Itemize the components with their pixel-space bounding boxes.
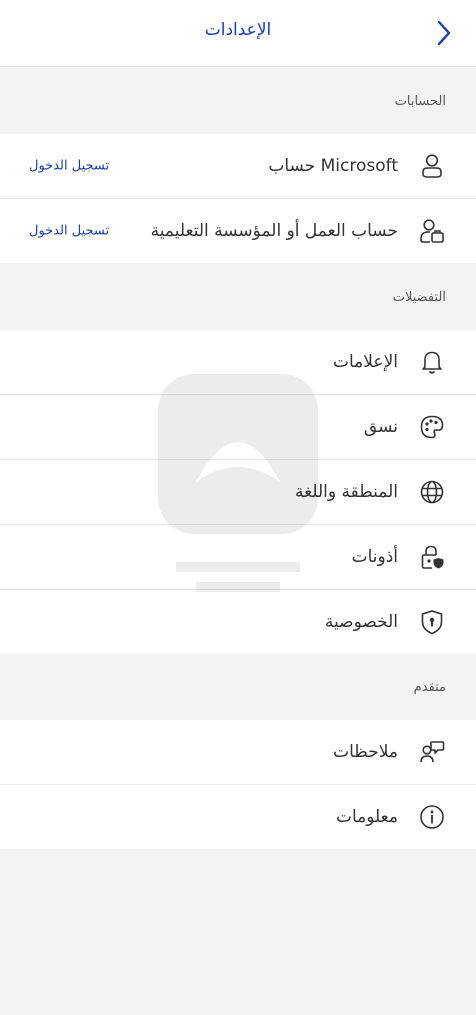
work-sign-in-link[interactable]: تسجيل الدخول [29, 224, 109, 239]
microsoft-account-label: حساب Microsoft [268, 156, 398, 176]
chevron-right-icon [436, 20, 452, 46]
notifications-row[interactable]: الإعلامات [0, 330, 476, 395]
page-title: الإعدادات [204, 20, 272, 40]
work-account-icon [418, 217, 446, 245]
microsoft-account-row[interactable]: حساب Microsoft تسجيل الدخول [0, 134, 476, 199]
permissions-row[interactable]: أذونات [0, 525, 476, 590]
person-icon [418, 152, 446, 180]
section-heading-preferences: التفضيلات [392, 290, 446, 305]
about-row[interactable]: معلومات [0, 785, 476, 849]
top-bar: الإعدادات [0, 0, 476, 67]
notifications-label: الإعلامات [333, 352, 398, 372]
theme-row[interactable]: نسق [0, 395, 476, 460]
section-heading-advanced: متقدم [413, 680, 446, 695]
accounts-group: حساب Microsoft تسجيل الدخول حساب العمل أ… [0, 134, 476, 263]
section-heading-accounts: الحسابات [394, 94, 446, 109]
region-language-label: المنطقة واللغة [295, 482, 398, 502]
advanced-group: ملاحظات معلومات [0, 720, 476, 849]
microsoft-sign-in-link[interactable]: تسجيل الدخول [29, 159, 109, 174]
feedback-row[interactable]: ملاحظات [0, 720, 476, 785]
globe-icon [418, 478, 446, 506]
privacy-row[interactable]: الخصوصية [0, 590, 476, 654]
about-label: معلومات [335, 807, 398, 827]
info-icon [418, 803, 446, 831]
work-account-row[interactable]: حساب العمل أو المؤسسة التعليمية تسجيل ال… [0, 199, 476, 263]
work-account-label: حساب العمل أو المؤسسة التعليمية [150, 221, 398, 241]
feedback-label: ملاحظات [333, 742, 398, 762]
privacy-label: الخصوصية [324, 612, 398, 632]
shield-icon [418, 608, 446, 636]
preferences-group: الإعلامات نسق المنطقة واللغة أذونات الخص… [0, 330, 476, 654]
permissions-label: أذونات [351, 547, 398, 567]
back-button[interactable] [430, 18, 458, 48]
theme-label: نسق [363, 417, 398, 437]
palette-icon [418, 413, 446, 441]
feedback-icon [418, 738, 446, 766]
bell-icon [418, 348, 446, 376]
region-language-row[interactable]: المنطقة واللغة [0, 460, 476, 525]
lock-shield-icon [418, 543, 446, 571]
